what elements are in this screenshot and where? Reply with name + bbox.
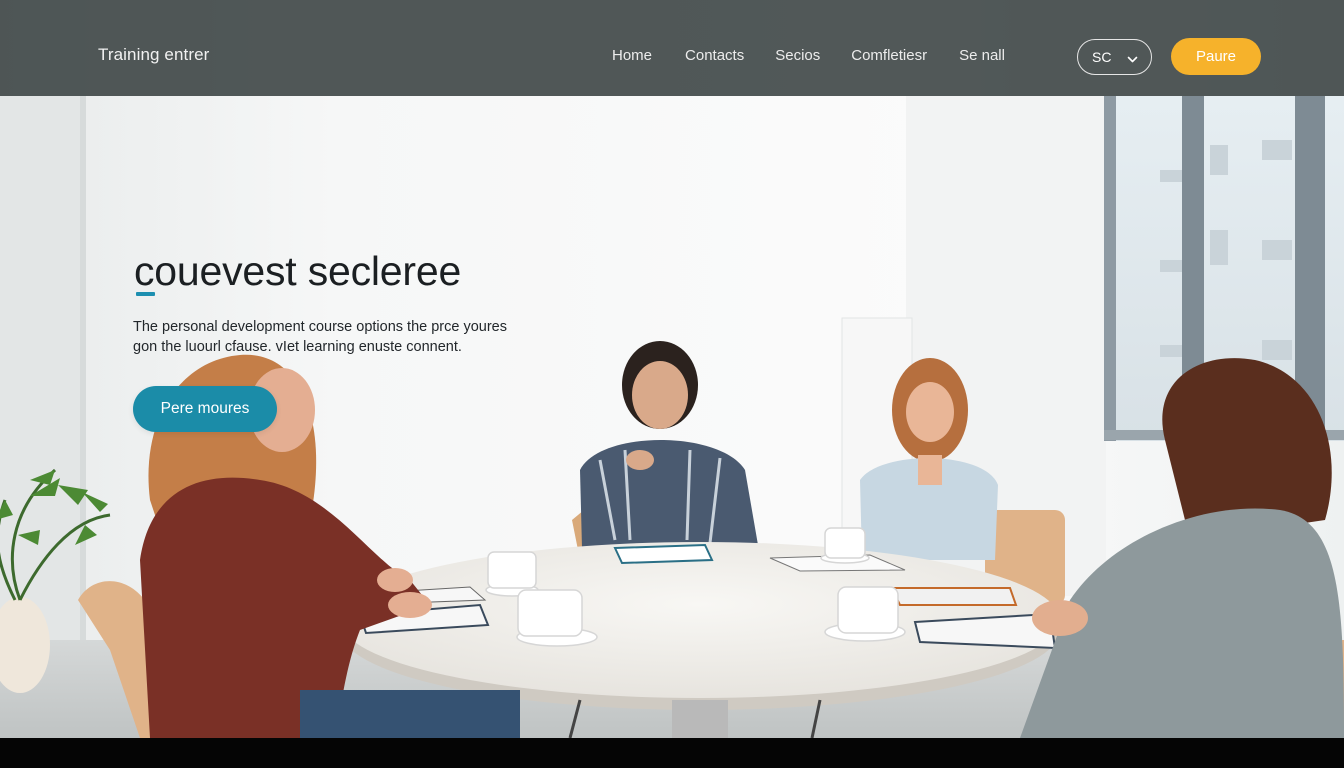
hero-title: couevest seclerее: [134, 248, 462, 294]
meeting-scene-illustration: [0, 0, 1344, 738]
bottom-bar: [0, 738, 1344, 768]
nav-item-secios[interactable]: Secios: [775, 47, 820, 64]
header-cta-button[interactable]: Paure: [1171, 38, 1261, 75]
hero-description-line-1: The personal development course options …: [133, 319, 507, 335]
language-select-value: SC: [1092, 49, 1112, 65]
hero-photo: [0, 0, 1344, 738]
nav-item-home[interactable]: Home: [612, 47, 652, 64]
nav-item-se-nall[interactable]: Se nall: [959, 47, 1005, 64]
brand-logo-text[interactable]: Training entrer: [98, 45, 209, 65]
top-navigation-bar: Training entrer Home Contacts Secios Com…: [0, 0, 1344, 96]
chevron-down-icon: [1127, 52, 1138, 63]
title-accent-underline: [136, 292, 155, 296]
nav-item-contacts[interactable]: Contacts: [685, 47, 744, 64]
main-nav: Home Contacts Secios Comfletiesr Se nall: [612, 47, 1005, 64]
hero-cta-button[interactable]: Pere moures: [133, 386, 277, 432]
hero-description-line-2: gon the luourl cfause. vIet learning enu…: [133, 339, 462, 355]
landing-page: Training entrer Home Contacts Secios Com…: [0, 0, 1344, 768]
language-select[interactable]: SC: [1077, 39, 1152, 75]
nav-item-comfletiesr[interactable]: Comfletiesr: [851, 47, 927, 64]
hero-description: The personal development course options …: [133, 317, 533, 357]
